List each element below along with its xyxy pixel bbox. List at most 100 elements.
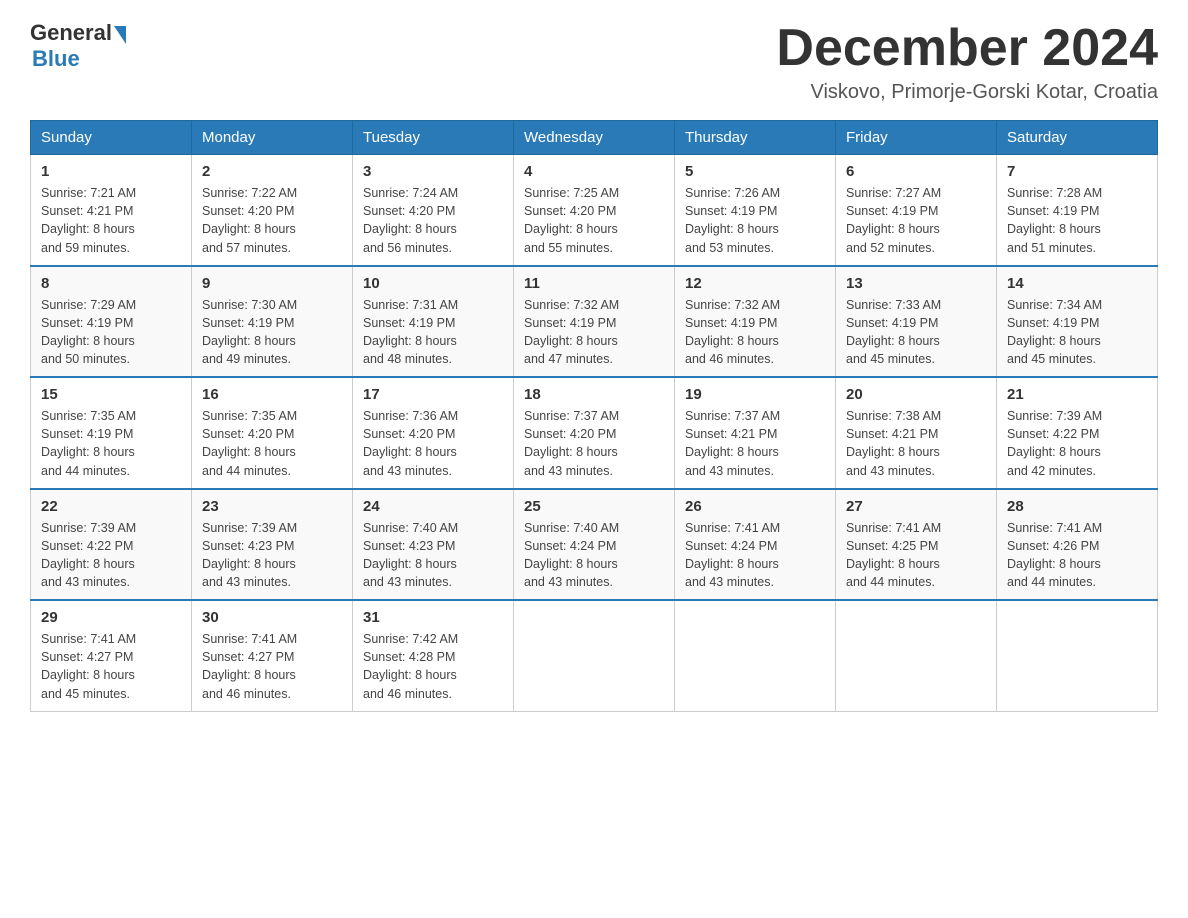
calendar-day-cell: 29 Sunrise: 7:41 AMSunset: 4:27 PMDayligh… bbox=[31, 600, 192, 711]
day-number: 27 bbox=[846, 498, 986, 515]
day-number: 14 bbox=[1007, 275, 1147, 292]
day-info: Sunrise: 7:41 AMSunset: 4:26 PMDaylight:… bbox=[1007, 519, 1147, 592]
calendar-day-cell: 14 Sunrise: 7:34 AMSunset: 4:19 PMDayligh… bbox=[997, 266, 1158, 378]
calendar-week-row: 29 Sunrise: 7:41 AMSunset: 4:27 PMDayligh… bbox=[31, 600, 1158, 711]
day-number: 23 bbox=[202, 498, 342, 515]
day-number: 12 bbox=[685, 275, 825, 292]
day-info: Sunrise: 7:29 AMSunset: 4:19 PMDaylight:… bbox=[41, 296, 181, 369]
weekday-header-friday: Friday bbox=[836, 121, 997, 155]
calendar-day-cell bbox=[514, 600, 675, 711]
calendar-week-row: 22Sunrise: 7:39 AMSunset: 4:22 PMDayligh… bbox=[31, 489, 1158, 601]
calendar-week-row: 15 Sunrise: 7:35 AMSunset: 4:19 PMDayligh… bbox=[31, 377, 1158, 489]
day-info: Sunrise: 7:40 AMSunset: 4:23 PMDaylight:… bbox=[363, 519, 503, 592]
location-subtitle: Viskovo, Primorje-Gorski Kotar, Croatia bbox=[776, 81, 1158, 104]
day-number: 24 bbox=[363, 498, 503, 515]
day-number: 25 bbox=[524, 498, 664, 515]
day-info: Sunrise: 7:37 AMSunset: 4:20 PMDaylight:… bbox=[524, 407, 664, 480]
day-info: Sunrise: 7:35 AMSunset: 4:20 PMDaylight:… bbox=[202, 407, 342, 480]
day-number: 2 bbox=[202, 163, 342, 180]
calendar-day-cell: 26 Sunrise: 7:41 AMSunset: 4:24 PMDayligh… bbox=[675, 489, 836, 601]
calendar-day-cell: 11Sunrise: 7:32 AMSunset: 4:19 PMDayligh… bbox=[514, 266, 675, 378]
day-number: 19 bbox=[685, 386, 825, 403]
calendar-day-cell: 31Sunrise: 7:42 AMSunset: 4:28 PMDayligh… bbox=[353, 600, 514, 711]
day-number: 10 bbox=[363, 275, 503, 292]
day-info: Sunrise: 7:41 AMSunset: 4:25 PMDaylight:… bbox=[846, 519, 986, 592]
month-year-title: December 2024 bbox=[776, 20, 1158, 77]
calendar-day-cell: 6Sunrise: 7:27 AMSunset: 4:19 PMDaylight… bbox=[836, 155, 997, 266]
day-number: 1 bbox=[41, 163, 181, 180]
calendar-day-cell: 4Sunrise: 7:25 AMSunset: 4:20 PMDaylight… bbox=[514, 155, 675, 266]
day-info: Sunrise: 7:37 AMSunset: 4:21 PMDaylight:… bbox=[685, 407, 825, 480]
day-number: 21 bbox=[1007, 386, 1147, 403]
calendar-day-cell: 27 Sunrise: 7:41 AMSunset: 4:25 PMDayligh… bbox=[836, 489, 997, 601]
day-info: Sunrise: 7:34 AMSunset: 4:19 PMDaylight:… bbox=[1007, 296, 1147, 369]
logo-blue-text: Blue bbox=[32, 46, 80, 72]
day-number: 28 bbox=[1007, 498, 1147, 515]
weekday-header-saturday: Saturday bbox=[997, 121, 1158, 155]
day-number: 15 bbox=[41, 386, 181, 403]
day-number: 5 bbox=[685, 163, 825, 180]
day-info: Sunrise: 7:39 AMSunset: 4:23 PMDaylight:… bbox=[202, 519, 342, 592]
day-number: 8 bbox=[41, 275, 181, 292]
calendar-day-cell: 7Sunrise: 7:28 AMSunset: 4:19 PMDaylight… bbox=[997, 155, 1158, 266]
calendar-day-cell: 1 Sunrise: 7:21 AMSunset: 4:21 PMDaylight… bbox=[31, 155, 192, 266]
day-info: Sunrise: 7:31 AMSunset: 4:19 PMDaylight:… bbox=[363, 296, 503, 369]
calendar-week-row: 1 Sunrise: 7:21 AMSunset: 4:21 PMDaylight… bbox=[31, 155, 1158, 266]
day-info: Sunrise: 7:41 AMSunset: 4:27 PMDaylight:… bbox=[202, 630, 342, 703]
calendar-day-cell: 3 Sunrise: 7:24 AMSunset: 4:20 PMDaylight… bbox=[353, 155, 514, 266]
day-number: 6 bbox=[846, 163, 986, 180]
calendar-day-cell: 24 Sunrise: 7:40 AMSunset: 4:23 PMDayligh… bbox=[353, 489, 514, 601]
calendar-day-cell: 2Sunrise: 7:22 AMSunset: 4:20 PMDaylight… bbox=[192, 155, 353, 266]
calendar-table: SundayMondayTuesdayWednesdayThursdayFrid… bbox=[30, 120, 1158, 712]
day-number: 9 bbox=[202, 275, 342, 292]
day-info: Sunrise: 7:36 AMSunset: 4:20 PMDaylight:… bbox=[363, 407, 503, 480]
logo-general-text: General bbox=[30, 20, 112, 46]
day-number: 18 bbox=[524, 386, 664, 403]
day-info: Sunrise: 7:38 AMSunset: 4:21 PMDaylight:… bbox=[846, 407, 986, 480]
calendar-day-cell: 19 Sunrise: 7:37 AMSunset: 4:21 PMDayligh… bbox=[675, 377, 836, 489]
calendar-day-cell: 21 Sunrise: 7:39 AMSunset: 4:22 PMDayligh… bbox=[997, 377, 1158, 489]
day-number: 26 bbox=[685, 498, 825, 515]
day-info: Sunrise: 7:41 AMSunset: 4:27 PMDaylight:… bbox=[41, 630, 181, 703]
calendar-day-cell: 15 Sunrise: 7:35 AMSunset: 4:19 PMDayligh… bbox=[31, 377, 192, 489]
day-info: Sunrise: 7:21 AMSunset: 4:21 PMDaylight:… bbox=[41, 184, 181, 257]
day-info: Sunrise: 7:40 AMSunset: 4:24 PMDaylight:… bbox=[524, 519, 664, 592]
logo: General Blue bbox=[30, 20, 128, 72]
calendar-day-cell: 25 Sunrise: 7:40 AMSunset: 4:24 PMDayligh… bbox=[514, 489, 675, 601]
calendar-day-cell: 5 Sunrise: 7:26 AMSunset: 4:19 PMDaylight… bbox=[675, 155, 836, 266]
day-number: 17 bbox=[363, 386, 503, 403]
calendar-day-cell: 12 Sunrise: 7:32 AMSunset: 4:19 PMDayligh… bbox=[675, 266, 836, 378]
day-info: Sunrise: 7:26 AMSunset: 4:19 PMDaylight:… bbox=[685, 184, 825, 257]
day-info: Sunrise: 7:28 AMSunset: 4:19 PMDaylight:… bbox=[1007, 184, 1147, 257]
day-number: 4 bbox=[524, 163, 664, 180]
logo-arrow-icon bbox=[114, 26, 126, 44]
calendar-day-cell: 23 Sunrise: 7:39 AMSunset: 4:23 PMDayligh… bbox=[192, 489, 353, 601]
day-number: 29 bbox=[41, 609, 181, 626]
day-number: 3 bbox=[363, 163, 503, 180]
day-number: 30 bbox=[202, 609, 342, 626]
weekday-header-sunday: Sunday bbox=[31, 121, 192, 155]
calendar-day-cell: 18 Sunrise: 7:37 AMSunset: 4:20 PMDayligh… bbox=[514, 377, 675, 489]
calendar-day-cell bbox=[836, 600, 997, 711]
calendar-day-cell: 28 Sunrise: 7:41 AMSunset: 4:26 PMDayligh… bbox=[997, 489, 1158, 601]
calendar-day-cell bbox=[675, 600, 836, 711]
day-info: Sunrise: 7:39 AMSunset: 4:22 PMDaylight:… bbox=[1007, 407, 1147, 480]
weekday-header-monday: Monday bbox=[192, 121, 353, 155]
day-info: Sunrise: 7:41 AMSunset: 4:24 PMDaylight:… bbox=[685, 519, 825, 592]
day-info: Sunrise: 7:35 AMSunset: 4:19 PMDaylight:… bbox=[41, 407, 181, 480]
weekday-header-thursday: Thursday bbox=[675, 121, 836, 155]
day-info: Sunrise: 7:24 AMSunset: 4:20 PMDaylight:… bbox=[363, 184, 503, 257]
day-info: Sunrise: 7:39 AMSunset: 4:22 PMDaylight:… bbox=[41, 519, 181, 592]
day-info: Sunrise: 7:42 AMSunset: 4:28 PMDaylight:… bbox=[363, 630, 503, 703]
weekday-header-wednesday: Wednesday bbox=[514, 121, 675, 155]
day-number: 13 bbox=[846, 275, 986, 292]
weekday-header-row: SundayMondayTuesdayWednesdayThursdayFrid… bbox=[31, 121, 1158, 155]
day-number: 16 bbox=[202, 386, 342, 403]
calendar-day-cell bbox=[997, 600, 1158, 711]
calendar-day-cell: 16 Sunrise: 7:35 AMSunset: 4:20 PMDayligh… bbox=[192, 377, 353, 489]
day-info: Sunrise: 7:33 AMSunset: 4:19 PMDaylight:… bbox=[846, 296, 986, 369]
day-number: 20 bbox=[846, 386, 986, 403]
weekday-header-tuesday: Tuesday bbox=[353, 121, 514, 155]
day-info: Sunrise: 7:32 AMSunset: 4:19 PMDaylight:… bbox=[685, 296, 825, 369]
calendar-day-cell: 22Sunrise: 7:39 AMSunset: 4:22 PMDayligh… bbox=[31, 489, 192, 601]
